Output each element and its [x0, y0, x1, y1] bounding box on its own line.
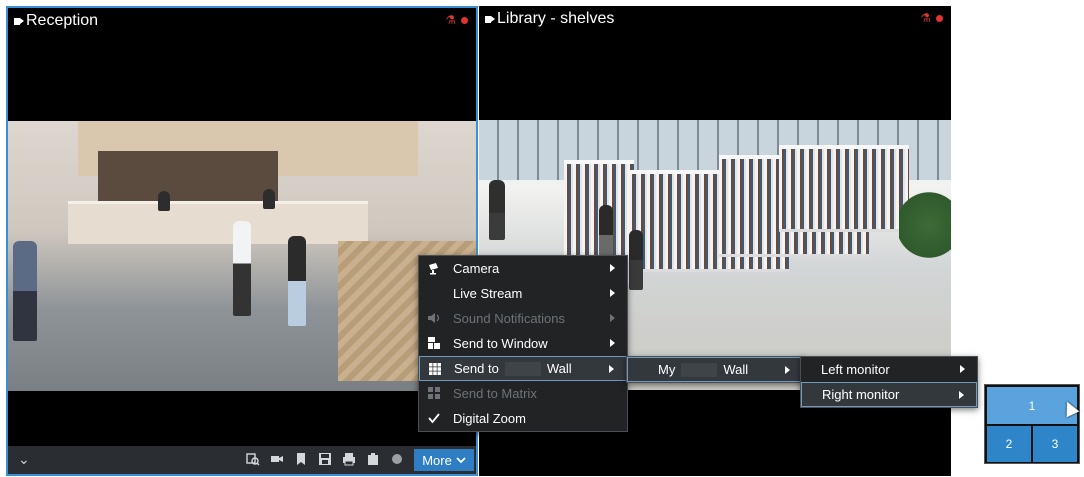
chevron-down-icon: [456, 457, 466, 464]
menu-item-label: Sound Notifications: [453, 311, 566, 326]
monitor-submenu: Left monitor Right monitor: [800, 356, 978, 408]
camera-toolbar: ⌄ More: [8, 446, 476, 474]
plant: [899, 180, 951, 270]
submenu-arrow-icon: [959, 391, 964, 399]
menu-item-send-to-wall[interactable]: Send to Wall: [419, 356, 627, 381]
person: [489, 180, 505, 240]
menu-item-right-monitor[interactable]: Right monitor: [801, 382, 977, 407]
submenu-arrow-icon: [960, 365, 965, 373]
pane-title-text: Library - shelves: [497, 10, 615, 27]
camera-title-icon: [485, 15, 495, 23]
menu-item-label: Send to Window: [453, 336, 548, 351]
more-button[interactable]: More: [414, 449, 474, 471]
pane-title-text: Reception: [26, 12, 99, 29]
print-icon[interactable]: [342, 452, 356, 466]
submenu-arrow-icon: [785, 366, 790, 374]
person: [13, 241, 37, 341]
camera-view-reception[interactable]: Reception ⚗ ⌄ More: [6, 6, 478, 476]
menu-item-label: Right monitor: [822, 387, 900, 402]
recording-icon: [936, 14, 943, 22]
matrix-icon: [427, 386, 441, 400]
monitor-tile-3[interactable]: 3: [1033, 426, 1077, 462]
motion-icon: ⚗: [445, 13, 456, 27]
menu-item-sound-notifications: Sound Notifications: [419, 306, 627, 331]
menu-item-label-prefix: Send to: [454, 361, 499, 376]
menu-item-label-suffix: Wall: [546, 361, 572, 376]
menu-item-label-prefix: My: [658, 362, 676, 377]
menu-item-digital-zoom[interactable]: Digital Zoom: [419, 406, 627, 431]
context-menu: Camera Live Stream Sound Notifications S…: [418, 255, 628, 432]
more-label: More: [422, 452, 452, 468]
submenu-arrow-icon: [609, 365, 614, 373]
camera-icon[interactable]: [270, 452, 284, 466]
menu-item-send-to-window[interactable]: Send to Window: [419, 331, 627, 356]
check-icon: [427, 411, 441, 425]
menu-item-label: Send to Matrix: [453, 386, 537, 401]
menu-item-my-wall[interactable]: My Wall: [627, 357, 803, 382]
wall-submenu: My Wall: [626, 356, 804, 383]
menu-item-left-monitor[interactable]: Left monitor: [801, 357, 977, 382]
back-wall: [98, 151, 278, 206]
speaker-icon: [427, 311, 441, 325]
redacted-text: [681, 362, 718, 377]
clipboard-icon[interactable]: [366, 452, 380, 466]
menu-item-live-stream[interactable]: Live Stream: [419, 281, 627, 306]
menu-item-label: Live Stream: [453, 286, 523, 301]
pane-title: Reception: [14, 12, 98, 30]
bookshelf: [779, 145, 909, 232]
menu-item-label: Left monitor: [821, 362, 890, 377]
record-icon[interactable]: [390, 452, 404, 466]
submenu-arrow-icon: [610, 289, 615, 297]
person: [233, 221, 251, 316]
bookmark-icon[interactable]: [294, 452, 308, 466]
menu-item-label: Digital Zoom: [453, 411, 526, 426]
menu-item-label: Camera: [453, 261, 500, 276]
redacted-text: [504, 361, 541, 376]
person: [288, 236, 306, 326]
motion-icon: ⚗: [920, 11, 931, 25]
submenu-arrow-icon: [610, 339, 615, 347]
save-icon[interactable]: [318, 452, 332, 466]
chevron-down-icon[interactable]: ⌄: [18, 451, 30, 468]
camera-title-icon: [14, 17, 24, 25]
recording-icon: [461, 16, 468, 24]
status-indicators: ⚗: [445, 14, 468, 26]
person: [629, 230, 643, 290]
submenu-arrow-icon: [610, 314, 615, 322]
window-icon: [427, 336, 441, 350]
monitor-tile-2[interactable]: 2: [987, 426, 1031, 462]
menu-item-label-suffix: Wall: [723, 362, 749, 377]
search-video-icon[interactable]: [246, 452, 260, 466]
monitor-layout-picker: 1 2 3: [984, 384, 1080, 464]
grid-icon: [428, 362, 442, 376]
submenu-arrow-icon: [610, 264, 615, 272]
reception-counter: [68, 201, 368, 244]
pane-title: Library - shelves: [485, 10, 614, 28]
person: [263, 189, 275, 209]
person: [158, 191, 170, 211]
camera-icon: [427, 261, 441, 275]
video-feed: [8, 121, 476, 391]
menu-item-send-to-matrix: Send to Matrix: [419, 381, 627, 406]
menu-item-camera[interactable]: Camera: [419, 256, 627, 281]
status-indicators: ⚗: [920, 12, 943, 24]
